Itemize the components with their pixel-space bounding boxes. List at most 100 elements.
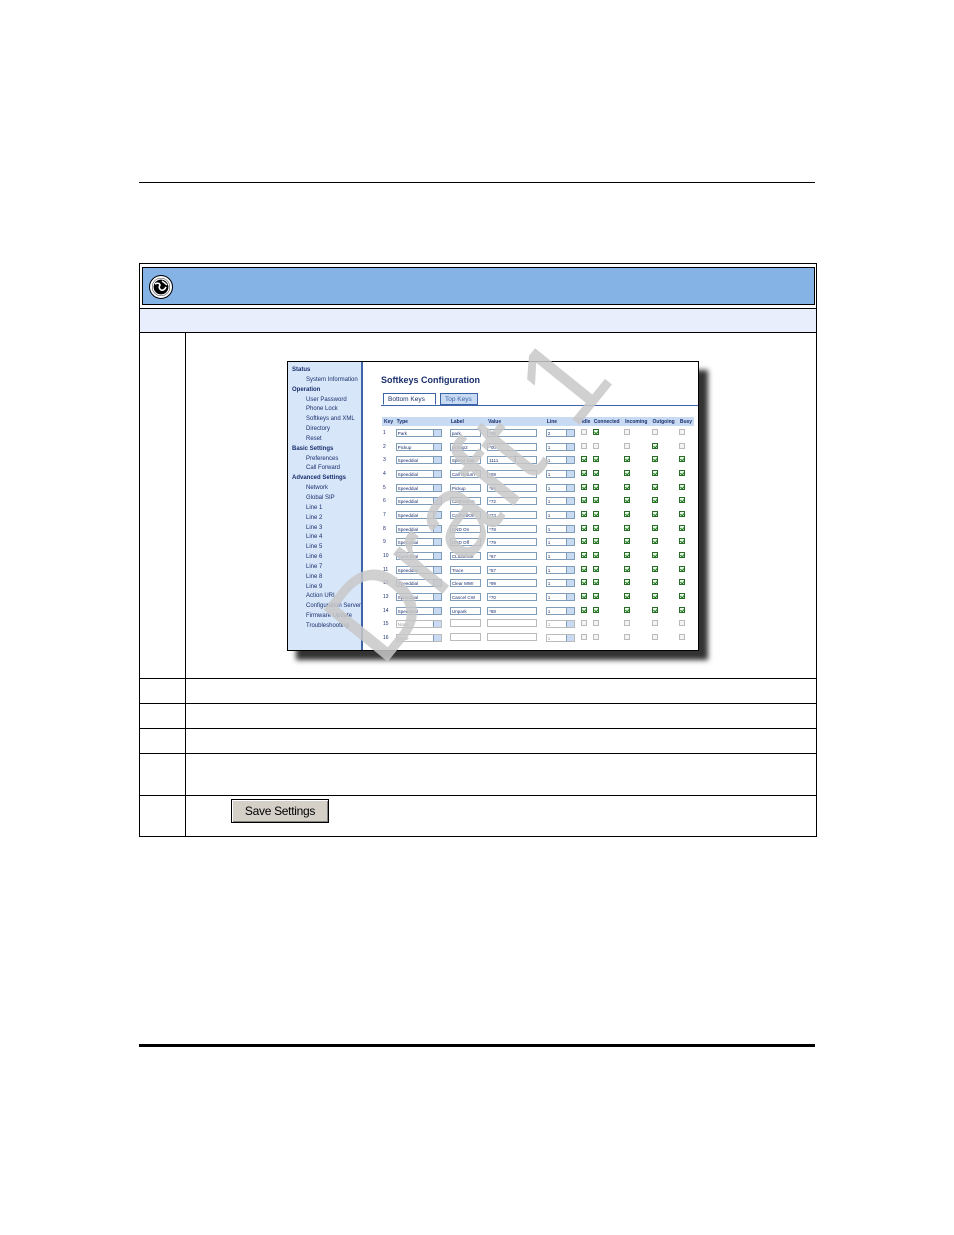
incoming-checkbox[interactable]: [624, 565, 631, 572]
idle-checkbox[interactable]: [580, 428, 587, 435]
sidebar-item[interactable]: Phone Lock: [288, 405, 361, 415]
incoming-checkbox[interactable]: [624, 620, 631, 627]
label-input[interactable]: pickup2: [449, 442, 481, 451]
label-input[interactable]: Cancel CW: [449, 593, 481, 602]
busy-checkbox[interactable]: [678, 593, 685, 600]
sidebar-item[interactable]: Preferences: [288, 455, 361, 465]
busy-checkbox[interactable]: [678, 469, 685, 476]
idle-checkbox[interactable]: [580, 469, 587, 476]
type-select[interactable]: Speeddial: [395, 593, 442, 602]
type-select[interactable]: None: [395, 620, 442, 629]
outgoing-checkbox[interactable]: [651, 620, 658, 627]
sidebar-item[interactable]: Directory: [288, 425, 361, 435]
sidebar-item[interactable]: Configuration Server: [288, 602, 361, 612]
label-input[interactable]: CallFwdOff: [449, 510, 481, 519]
label-input[interactable]: Pickup: [449, 483, 481, 492]
label-input[interactable]: CallFwdOn: [449, 497, 481, 506]
incoming-checkbox[interactable]: [624, 634, 631, 641]
value-input[interactable]: *98: [487, 483, 538, 492]
busy-checkbox[interactable]: [678, 497, 685, 504]
outgoing-checkbox[interactable]: [651, 552, 658, 559]
busy-checkbox[interactable]: [678, 442, 685, 449]
outgoing-checkbox[interactable]: [651, 483, 658, 490]
connected-checkbox[interactable]: [592, 538, 599, 545]
value-input[interactable]: *73: [487, 510, 538, 519]
busy-checkbox[interactable]: [678, 428, 685, 435]
tab-bottom-keys[interactable]: Bottom Keys: [383, 393, 436, 405]
outgoing-checkbox[interactable]: [651, 593, 658, 600]
type-select[interactable]: Speeddial: [395, 497, 442, 506]
line-select[interactable]: 1: [545, 469, 575, 478]
type-select[interactable]: Pickup: [395, 442, 442, 451]
value-input[interactable]: *69: [487, 469, 538, 478]
incoming-checkbox[interactable]: [624, 442, 631, 449]
outgoing-checkbox[interactable]: [651, 634, 658, 641]
sidebar-item[interactable]: Line 1: [288, 504, 361, 514]
type-select[interactable]: Speeddial: [395, 538, 442, 547]
type-select[interactable]: Speeddial: [395, 579, 442, 588]
sidebar-item[interactable]: Line 3: [288, 524, 361, 534]
label-input[interactable]: Trace: [449, 565, 481, 574]
line-select[interactable]: 1: [545, 442, 575, 451]
sidebar-item[interactable]: Line 9: [288, 583, 361, 593]
label-input[interactable]: DND On: [449, 524, 481, 533]
idle-checkbox[interactable]: [580, 442, 587, 449]
type-select[interactable]: None: [395, 634, 442, 643]
sidebar-item[interactable]: Reset: [288, 435, 361, 445]
label-input[interactable]: Call Return: [449, 469, 481, 478]
type-select[interactable]: Speeddial: [395, 510, 442, 519]
line-select[interactable]: 1: [545, 606, 575, 615]
connected-checkbox[interactable]: [592, 593, 599, 600]
sidebar-item[interactable]: Call Forward: [288, 464, 361, 474]
incoming-checkbox[interactable]: [624, 606, 631, 613]
sidebar-item[interactable]: Firmware Update: [288, 612, 361, 622]
type-select[interactable]: Speeddial: [395, 565, 442, 574]
type-select[interactable]: Speeddial: [395, 456, 442, 465]
incoming-checkbox[interactable]: [624, 428, 631, 435]
incoming-checkbox[interactable]: [624, 552, 631, 559]
idle-checkbox[interactable]: [580, 483, 587, 490]
incoming-checkbox[interactable]: [624, 469, 631, 476]
type-select[interactable]: Speeddial: [395, 606, 442, 615]
value-input[interactable]: *00: [487, 428, 538, 437]
connected-checkbox[interactable]: [592, 442, 599, 449]
type-select[interactable]: Speeddial: [395, 483, 442, 492]
connected-checkbox[interactable]: [592, 510, 599, 517]
label-input[interactable]: [449, 619, 481, 628]
outgoing-checkbox[interactable]: [651, 510, 658, 517]
line-select[interactable]: 1: [545, 524, 575, 533]
sidebar-item[interactable]: Line 7: [288, 563, 361, 573]
line-select[interactable]: 1: [545, 634, 575, 643]
type-select[interactable]: Speeddial: [395, 524, 442, 533]
incoming-checkbox[interactable]: [624, 510, 631, 517]
value-input[interactable]: *79: [487, 538, 538, 547]
line-select[interactable]: 1: [545, 552, 575, 561]
line-select[interactable]: 1: [545, 456, 575, 465]
label-input[interactable]: CLIDBlock: [449, 552, 481, 561]
sidebar-item[interactable]: Network: [288, 484, 361, 494]
outgoing-checkbox[interactable]: [651, 469, 658, 476]
connected-checkbox[interactable]: [592, 552, 599, 559]
value-input[interactable]: *99: [487, 579, 538, 588]
idle-checkbox[interactable]: [580, 620, 587, 627]
line-select[interactable]: 1: [545, 510, 575, 519]
connected-checkbox[interactable]: [592, 620, 599, 627]
busy-checkbox[interactable]: [678, 579, 685, 586]
sidebar-item[interactable]: Line 6: [288, 553, 361, 563]
incoming-checkbox[interactable]: [624, 593, 631, 600]
busy-checkbox[interactable]: [678, 565, 685, 572]
sidebar-item[interactable]: Line 5: [288, 543, 361, 553]
busy-checkbox[interactable]: [678, 510, 685, 517]
busy-checkbox[interactable]: [678, 634, 685, 641]
line-select[interactable]: 1: [545, 497, 575, 506]
connected-checkbox[interactable]: [592, 524, 599, 531]
incoming-checkbox[interactable]: [624, 524, 631, 531]
connected-checkbox[interactable]: [592, 428, 599, 435]
line-select[interactable]: 2: [545, 428, 575, 437]
busy-checkbox[interactable]: [678, 606, 685, 613]
connected-checkbox[interactable]: [592, 565, 599, 572]
line-select[interactable]: 1: [545, 538, 575, 547]
outgoing-checkbox[interactable]: [651, 497, 658, 504]
value-input[interactable]: *88: [487, 606, 538, 615]
label-input[interactable]: park: [449, 428, 481, 437]
